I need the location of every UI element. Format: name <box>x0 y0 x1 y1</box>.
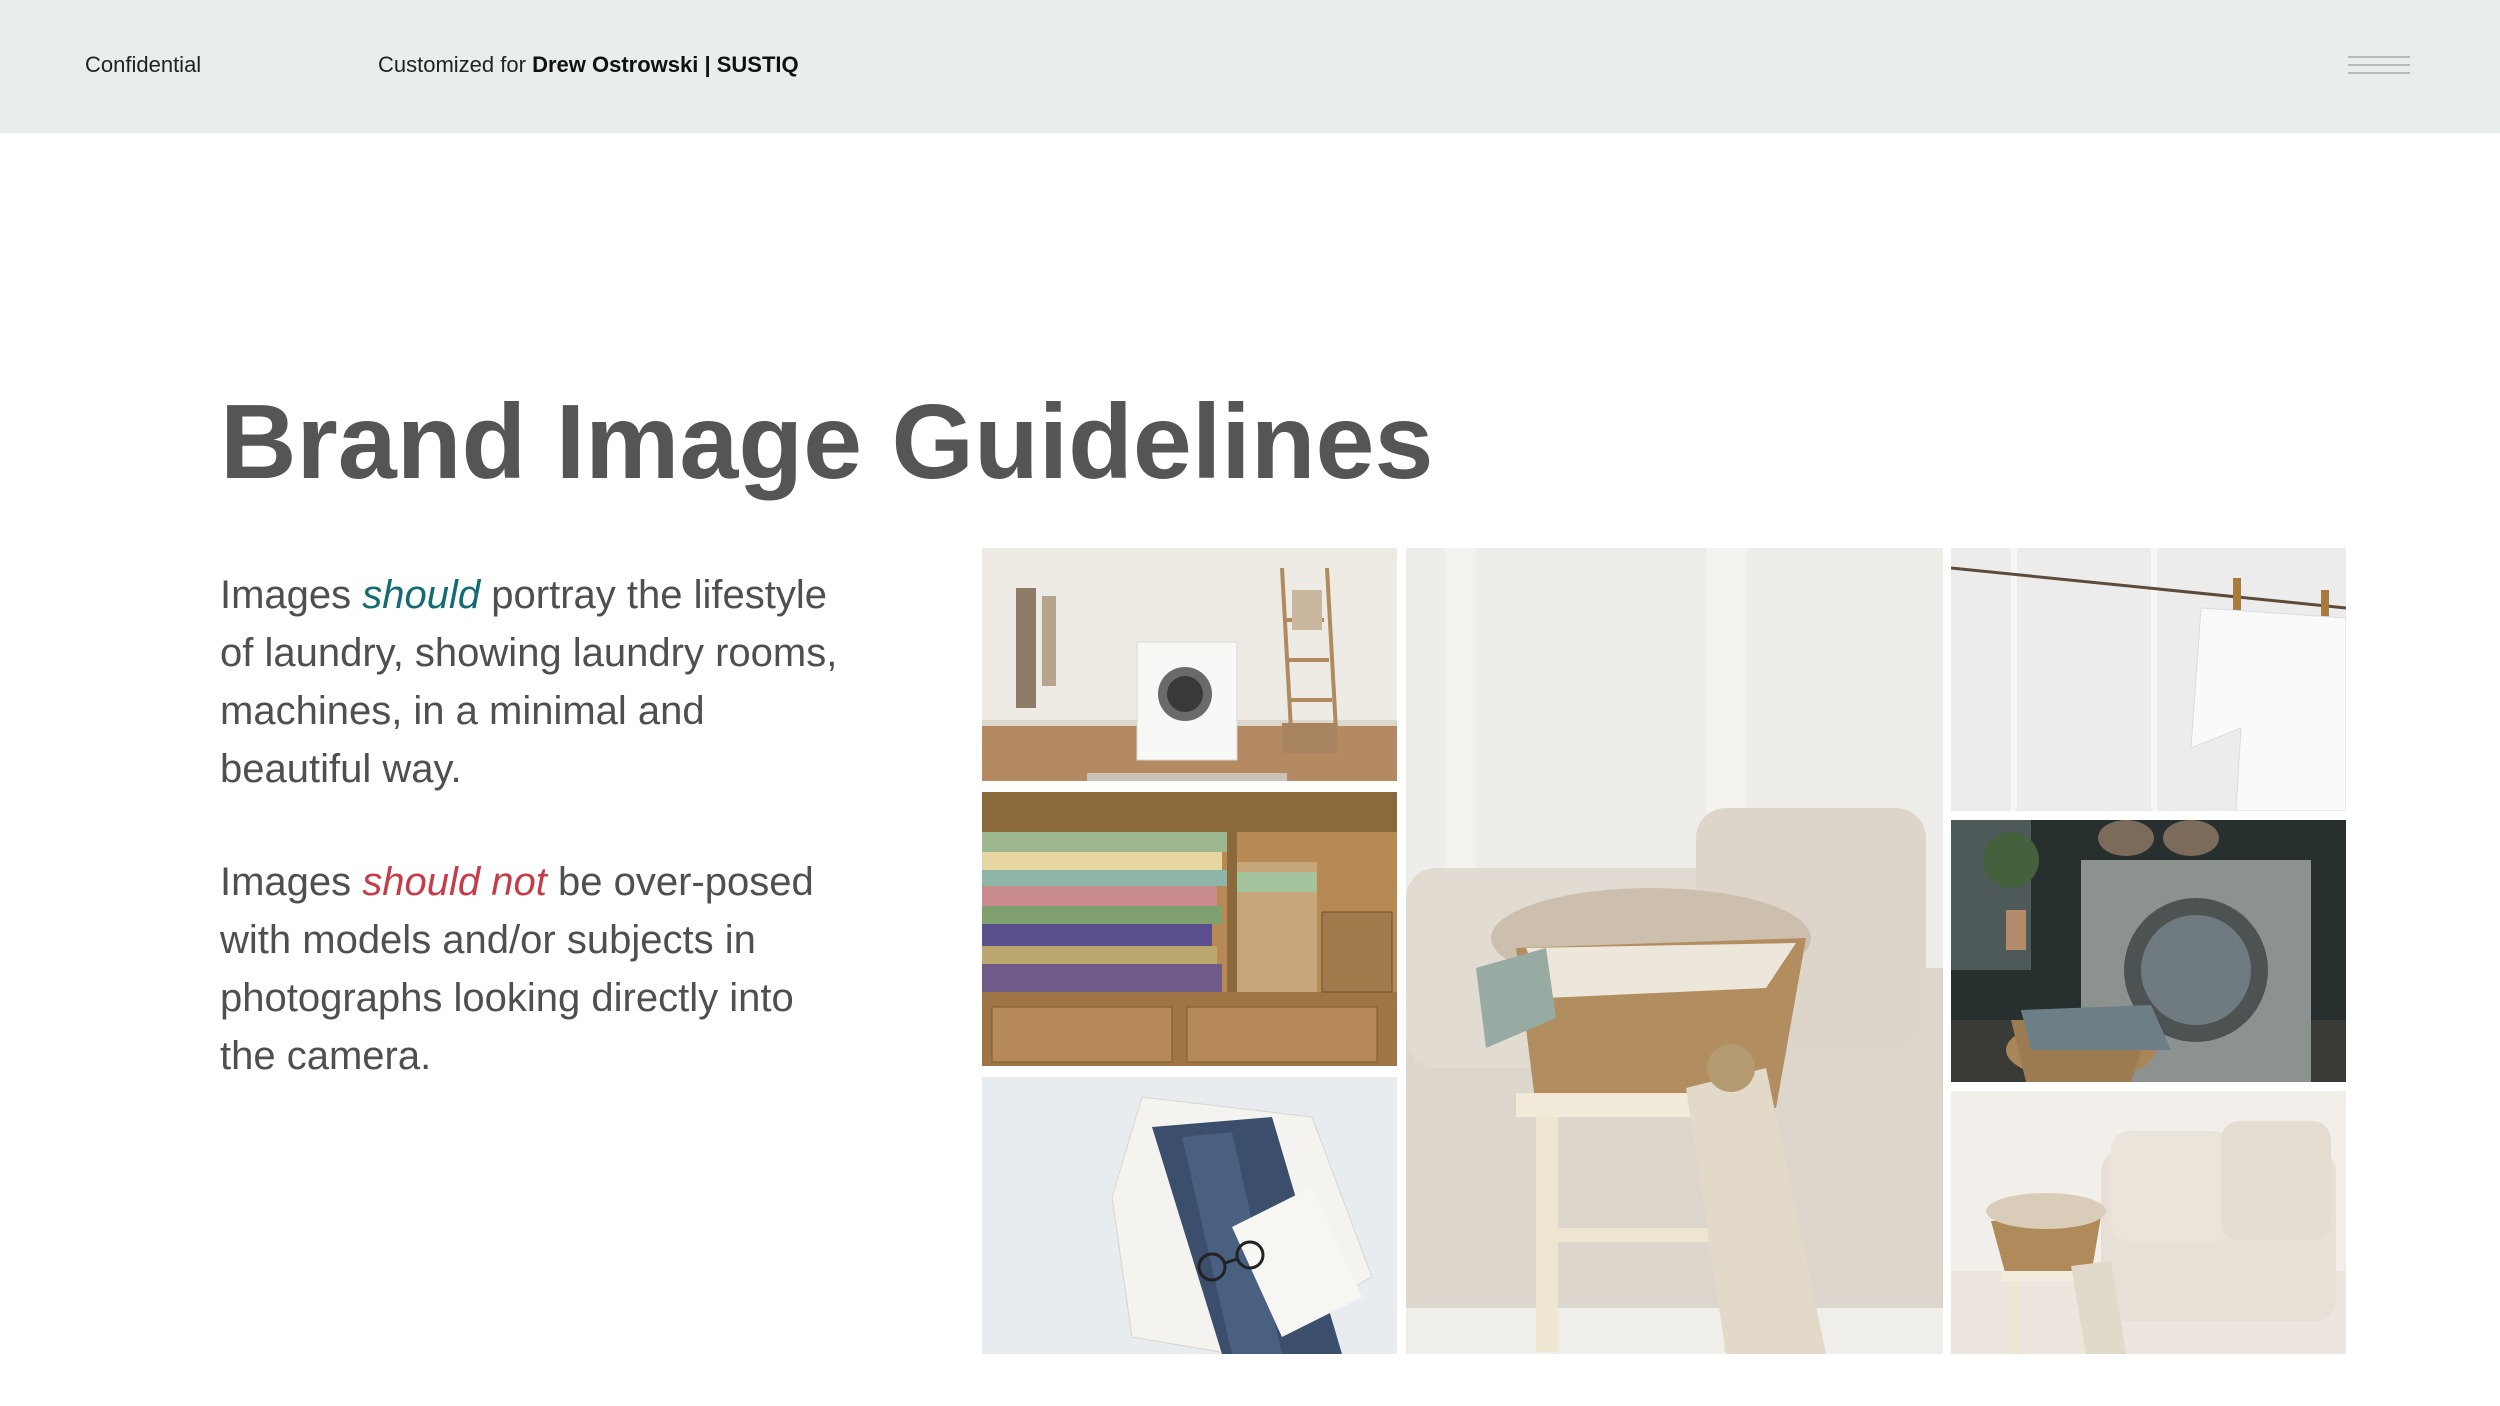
hamburger-menu-icon[interactable] <box>2348 56 2412 80</box>
customized-for-text: Customized for Drew Ostrowski | SUSTIQ <box>378 52 799 78</box>
photo-basket-on-stool-sofa <box>1951 1091 2346 1354</box>
guideline-should-text: Images should portray the lifestyle of l… <box>220 566 860 798</box>
top-bar: Confidential Customized for Drew Ostrows… <box>0 0 2500 133</box>
page-title: Brand Image Guidelines <box>220 383 1434 501</box>
para1-before: Images <box>220 573 363 617</box>
photo-shirt-clothesline <box>1951 548 2346 811</box>
confidential-label: Confidential <box>85 52 202 77</box>
should-emphasis: should <box>362 573 481 617</box>
photo-laundry-basket-stool <box>1406 548 1943 1354</box>
guideline-should-not-text: Images should not be over-posed with mod… <box>220 853 860 1085</box>
customer-name: Drew Ostrowski | SUSTIQ <box>532 52 799 77</box>
photo-folded-towels-shelf <box>982 792 1397 1066</box>
customized-prefix: Customized for <box>378 52 526 77</box>
para2-before: Images <box>220 860 363 904</box>
should-not-emphasis: should not <box>362 860 547 904</box>
photo-laundry-room-washer <box>982 548 1397 781</box>
photo-folded-clothes-glasses <box>982 1077 1397 1354</box>
photo-washing-machine-basket <box>1951 820 2346 1082</box>
